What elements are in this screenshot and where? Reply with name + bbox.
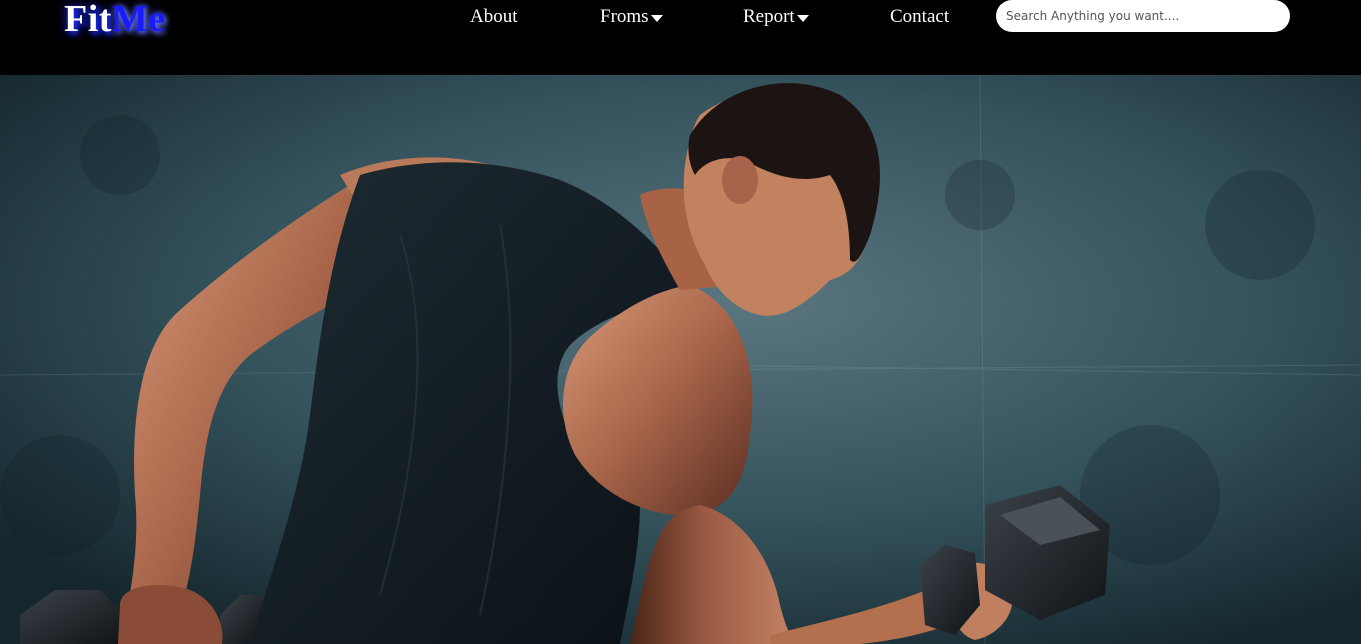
hero-image — [0, 75, 1361, 644]
top-navbar: FitMe About Froms Report Contact — [0, 0, 1361, 75]
caret-down-icon — [650, 14, 663, 22]
hero-banner — [0, 75, 1361, 644]
nav-report-dropdown[interactable]: Report — [743, 0, 809, 34]
nav-about[interactable]: About — [470, 0, 518, 34]
caret-down-icon — [796, 14, 809, 22]
nav-report-label: Report — [743, 6, 795, 27]
logo-text-me: Me — [111, 0, 166, 40]
nav-about-label: About — [470, 6, 518, 27]
logo-text-fit: Fit — [64, 0, 112, 40]
nav-contact-label: Contact — [890, 6, 950, 27]
nav-froms-label: Froms — [600, 6, 649, 27]
site-logo[interactable]: FitMe — [64, 0, 166, 42]
search-input[interactable] — [996, 0, 1290, 32]
nav-froms-dropdown[interactable]: Froms — [600, 0, 663, 34]
nav-contact[interactable]: Contact — [890, 0, 949, 34]
